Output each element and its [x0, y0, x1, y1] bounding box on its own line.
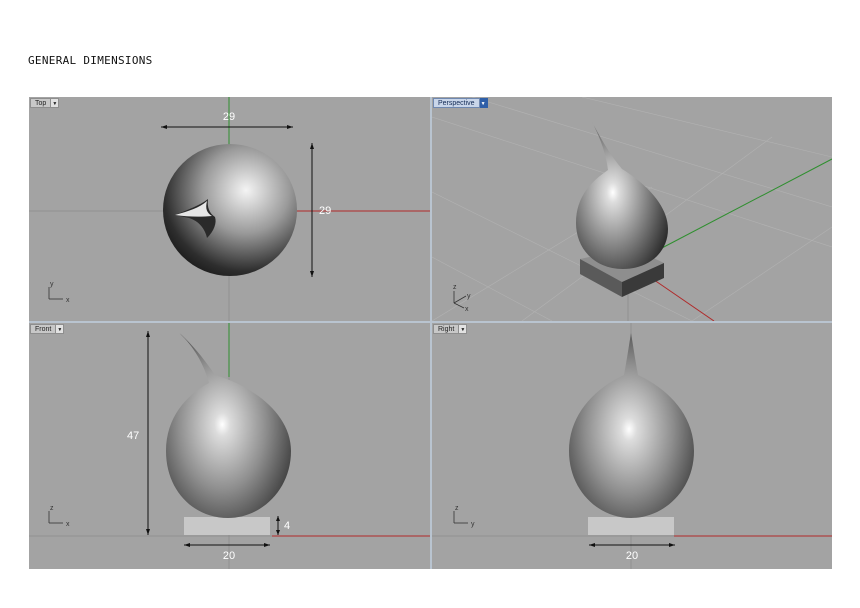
dimension-arrowhead	[146, 529, 150, 535]
viewport-label[interactable]: Front	[30, 324, 57, 334]
svg-text:x: x	[66, 297, 70, 304]
page-title: GENERAL DIMENSIONS	[28, 54, 153, 67]
front-view-canvas: 47 4 20 z x	[29, 323, 430, 569]
dimension-arrowhead	[310, 271, 314, 277]
viewport-tab-right[interactable]: Right ▼	[433, 324, 468, 334]
viewport-label[interactable]: Top	[30, 98, 52, 108]
axis-indicator-icon: z x	[48, 505, 70, 528]
svg-text:z: z	[455, 505, 459, 512]
viewport-label[interactable]: Right	[433, 324, 460, 334]
teardrop-sculpture	[569, 333, 694, 518]
viewport-grid: Top ▼ 29 29 y x Perspective ▼ z y x Fron…	[29, 97, 832, 569]
svg-text:x: x	[66, 521, 70, 528]
right-view-canvas: 20 z y	[432, 323, 832, 569]
svg-text:z: z	[453, 284, 457, 291]
viewport-tab-perspective[interactable]: Perspective ▼	[433, 98, 488, 108]
chevron-down-icon[interactable]: ▼	[479, 98, 488, 108]
axis-indicator-icon: y x	[48, 281, 70, 304]
chevron-down-icon[interactable]: ▼	[459, 324, 468, 334]
dimension-arrowhead	[589, 543, 595, 547]
dimension-arrowhead	[161, 125, 167, 129]
dimension-arrowhead	[184, 543, 190, 547]
dimension-arrowhead	[669, 543, 675, 547]
svg-text:y: y	[50, 281, 54, 288]
dimension-base-width-label: 20	[223, 550, 235, 562]
axis-indicator-icon: z y	[453, 505, 475, 528]
chevron-down-icon[interactable]: ▼	[56, 324, 65, 334]
viewport-label[interactable]: Perspective	[433, 98, 480, 108]
sphere-top-view	[163, 144, 297, 276]
dimension-height-label: 47	[127, 430, 139, 442]
dimension-arrowhead	[146, 331, 150, 337]
dimension-height-label: 29	[319, 205, 331, 217]
top-view-canvas: 29 29 y x	[29, 97, 430, 321]
dimension-arrowhead	[310, 143, 314, 149]
perspective-view-canvas: z y x	[432, 97, 832, 321]
viewport-front[interactable]: Front ▼ 47 4 20 z x	[29, 323, 430, 569]
teardrop-sculpture	[576, 122, 668, 269]
viewport-top[interactable]: Top ▼ 29 29 y x	[29, 97, 430, 321]
viewport-perspective[interactable]: Perspective ▼ z y x	[432, 97, 832, 321]
dimension-arrowhead	[276, 516, 280, 521]
dimension-width-label: 29	[223, 111, 235, 123]
base-plinth	[184, 517, 270, 535]
base-plinth	[588, 517, 674, 535]
dimension-base-height-label: 4	[284, 520, 290, 532]
dimension-arrowhead	[264, 543, 270, 547]
viewport-right[interactable]: Right ▼ 20 z y	[432, 323, 832, 569]
dimension-arrowhead	[276, 530, 280, 535]
viewport-tab-front[interactable]: Front ▼	[30, 324, 65, 334]
svg-text:y: y	[471, 521, 475, 528]
viewport-tab-top[interactable]: Top ▼	[30, 98, 60, 108]
svg-text:z: z	[50, 505, 54, 512]
chevron-down-icon[interactable]: ▼	[51, 98, 60, 108]
dimension-arrowhead	[287, 125, 293, 129]
svg-text:y: y	[467, 293, 471, 300]
svg-text:x: x	[465, 306, 469, 313]
y-axis-line	[659, 158, 832, 250]
axis-indicator-icon: z y x	[453, 284, 471, 313]
dimension-base-width-label: 20	[626, 550, 638, 562]
